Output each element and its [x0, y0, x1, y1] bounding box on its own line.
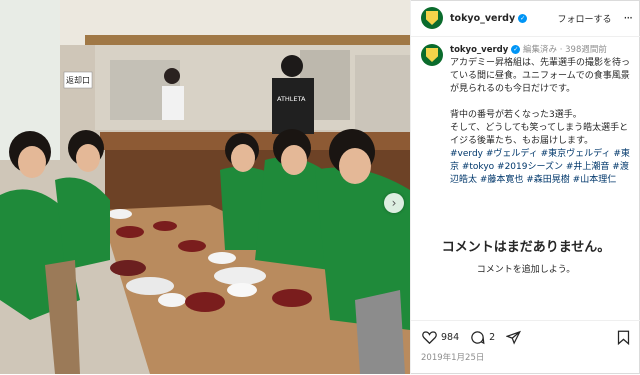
bookmark-icon[interactable]	[615, 329, 631, 345]
post-caption: tokyo_verdy ✓ 編集済み · 398週間前 アカデミー昇格組は、先輩選…	[421, 44, 636, 187]
post-details-panel: tokyo_verdy ✓ フォローする ··· tokyo_verdy ✓ 編集済…	[410, 0, 640, 374]
add-comment-prompt: コメントを追加しよう。	[476, 265, 576, 275]
header-username-text[interactable]: tokyo_verdy	[450, 13, 515, 24]
caption-username[interactable]: tokyo_verdy	[450, 45, 508, 55]
caption-hashtags[interactable]: #verdy #ヴェルディ #東京ヴェルディ #東京 #tokyo #2019シ…	[450, 148, 636, 187]
share-icon[interactable]	[505, 329, 521, 345]
club-crest-icon	[426, 11, 438, 25]
post-actions: 984 2 2019年1月25日	[411, 320, 640, 375]
return-sign: 返却口	[66, 75, 90, 85]
caption-meta: tokyo_verdy ✓ 編集済み · 398週間前	[450, 45, 607, 55]
caption-text: アカデミー昇格組は、先輩選手の撮影を待っている間に昼食。ユニフォームでの食事風景…	[450, 58, 631, 146]
heart-icon[interactable]	[421, 329, 437, 345]
header-username[interactable]: tokyo_verdy ✓	[450, 13, 528, 24]
no-comments-title: コメントはまだありません。	[441, 240, 611, 255]
club-crest-icon	[426, 48, 438, 62]
like-count[interactable]: 984	[441, 332, 459, 343]
time-ago: 398週間前	[565, 45, 607, 55]
verified-badge-icon: ✓	[511, 45, 521, 54]
comment-count[interactable]: 2	[489, 332, 495, 343]
post-header: tokyo_verdy ✓ フォローする ···	[411, 0, 640, 37]
caption-avatar[interactable]	[421, 44, 443, 66]
comment-icon[interactable]	[469, 329, 485, 345]
avatar[interactable]	[421, 7, 443, 29]
athleta-logo: ATHLETA	[277, 95, 306, 103]
photo-illustration: 返却口 ATHLETA	[0, 0, 410, 374]
post-date: 2019年1月25日	[421, 353, 485, 363]
caption-body: tokyo_verdy ✓ 編集済み · 398週間前 アカデミー昇格組は、先輩選…	[450, 44, 636, 187]
post-photo[interactable]: 返却口 ATHLETA ›	[0, 0, 410, 374]
edited-label: 編集済み	[523, 45, 558, 55]
verified-badge-icon: ✓	[518, 13, 528, 23]
next-photo-button[interactable]: ›	[384, 193, 404, 213]
follow-button[interactable]: フォローする	[558, 12, 612, 25]
more-options-icon[interactable]: ···	[624, 11, 634, 25]
